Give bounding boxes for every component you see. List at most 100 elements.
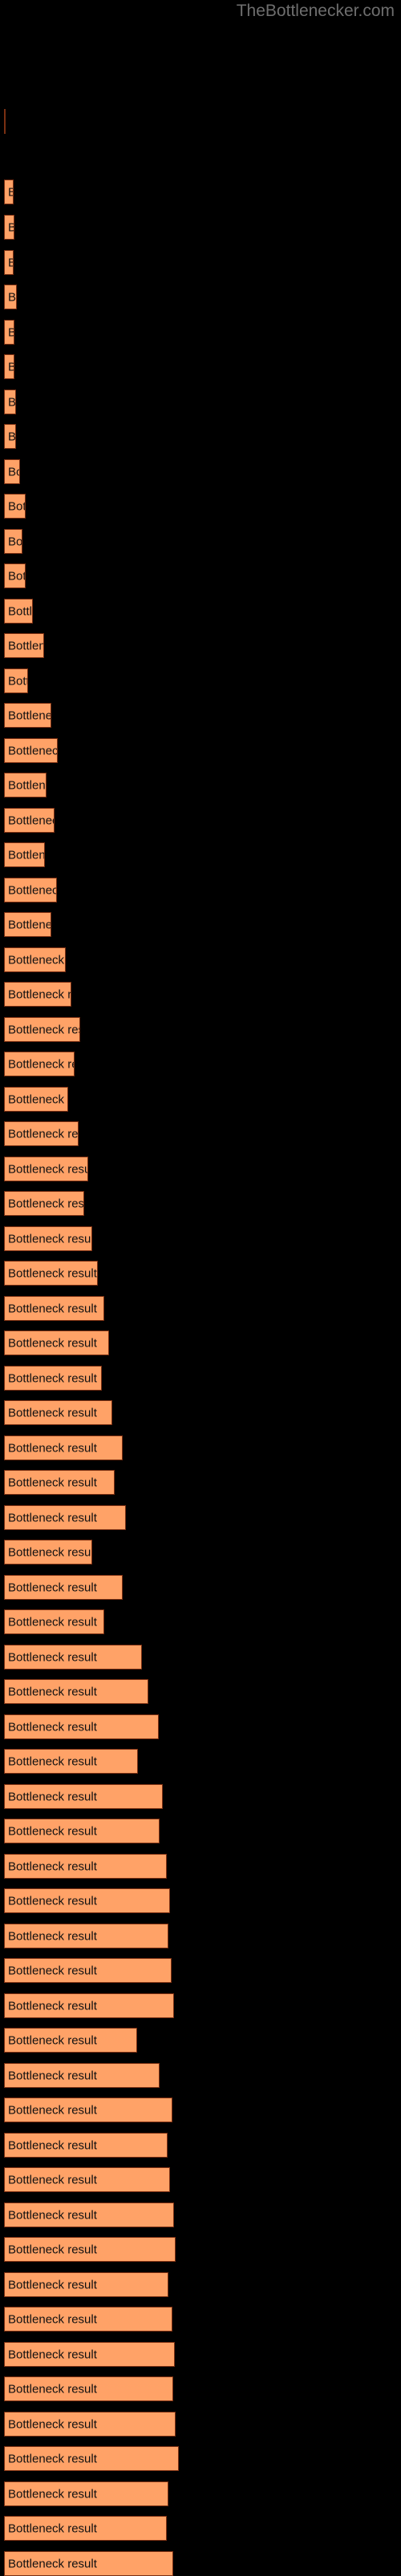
- bar-row: Bottleneck result: [0, 947, 401, 972]
- bar-row: Bottleneck result: [0, 2063, 401, 2088]
- bar[interactable]: Bottleneck result: [4, 982, 71, 1007]
- bar[interactable]: Bottleneck result: [4, 2516, 167, 2541]
- bar-label: Bottleneck result: [8, 1371, 97, 1385]
- bar-label: Bottleneck result: [8, 1023, 79, 1036]
- bar[interactable]: Bottleneck result: [4, 1226, 92, 1251]
- bar[interactable]: Bottleneck result: [4, 1888, 170, 1913]
- bar[interactable]: Bottleneck result: [4, 1017, 80, 1042]
- bar[interactable]: Bottleneck result: [4, 668, 28, 693]
- bar-label: Bottleneck result: [8, 1441, 97, 1455]
- bar[interactable]: Bottleneck result: [4, 2028, 137, 2053]
- bar[interactable]: Bottleneck result: [4, 563, 26, 588]
- bar-row: Bottleneck result: [0, 1157, 401, 1181]
- bar-row: Bottleneck result: [0, 2167, 401, 2192]
- bar-row: Bottleneck result: [0, 1958, 401, 1983]
- bar[interactable]: Bottleneck result: [4, 2551, 173, 2576]
- bar[interactable]: Bottleneck result: [4, 250, 14, 275]
- bar[interactable]: Bottleneck result: [4, 180, 14, 204]
- bar[interactable]: Bottleneck result: [4, 2412, 176, 2437]
- bar-row: Bottleneck result: [0, 1993, 401, 2018]
- bar-label: Bottleneck result: [8, 1232, 92, 1246]
- bar[interactable]: Bottleneck result: [4, 1540, 92, 1565]
- bar[interactable]: Bottleneck result: [4, 599, 33, 624]
- bar[interactable]: Bottleneck result: [4, 1157, 88, 1181]
- bar[interactable]: Bottleneck result: [4, 215, 14, 240]
- bar[interactable]: Bottleneck result: [4, 354, 14, 379]
- bar[interactable]: Bottleneck result: [4, 109, 6, 134]
- bar[interactable]: Bottleneck result: [4, 1470, 115, 1495]
- bar[interactable]: Bottleneck result: [4, 1121, 79, 1146]
- bar-label: Bottleneck result: [8, 465, 19, 478]
- bar[interactable]: Bottleneck result: [4, 1609, 104, 1634]
- bar-label: Bottleneck result: [8, 1964, 97, 1977]
- bar[interactable]: Bottleneck result: [4, 1749, 138, 1774]
- bar[interactable]: Bottleneck result: [4, 1924, 168, 1948]
- bar[interactable]: Bottleneck result: [4, 1575, 123, 1600]
- bar-label: Bottleneck result: [8, 1720, 97, 1734]
- bar[interactable]: Bottleneck result: [4, 1330, 109, 1355]
- bar[interactable]: Bottleneck result: [4, 1400, 112, 1425]
- bar-label: Bottleneck result: [8, 918, 51, 931]
- bar[interactable]: Bottleneck result: [4, 2237, 176, 2262]
- bar-row: Bottleneck result: [0, 424, 401, 449]
- bar[interactable]: Bottleneck result: [4, 773, 47, 797]
- bar[interactable]: Bottleneck result: [4, 390, 16, 414]
- bar[interactable]: Bottleneck result: [4, 1993, 174, 2018]
- bar[interactable]: Bottleneck result: [4, 1679, 148, 1704]
- bar[interactable]: Bottleneck result: [4, 738, 58, 763]
- bar[interactable]: Bottleneck result: [4, 1052, 75, 1076]
- bar[interactable]: Bottleneck result: [4, 912, 51, 937]
- bar[interactable]: Bottleneck result: [4, 1366, 102, 1391]
- bar[interactable]: Bottleneck result: [4, 1645, 142, 1670]
- bar[interactable]: Bottleneck result: [4, 947, 66, 972]
- bar[interactable]: Bottleneck result: [4, 2307, 172, 2332]
- bar[interactable]: Bottleneck result: [4, 1261, 98, 1286]
- bar-row: Bottleneck result: [0, 1749, 401, 1774]
- bar-row: Bottleneck result: [0, 1888, 401, 1913]
- bar[interactable]: Bottleneck result: [4, 494, 26, 519]
- bar[interactable]: Bottleneck result: [4, 285, 17, 309]
- bar[interactable]: Bottleneck result: [4, 878, 57, 902]
- bar[interactable]: Bottleneck result: [4, 2446, 179, 2471]
- bar-row: Bottleneck result: [0, 2412, 401, 2437]
- bar[interactable]: Bottleneck result: [4, 1958, 172, 1983]
- bar[interactable]: Bottleneck result: [4, 2203, 174, 2227]
- bar-label: Bottleneck result: [8, 1476, 97, 1489]
- bar[interactable]: Bottleneck result: [4, 2342, 175, 2367]
- bar-row: Bottleneck result: [0, 494, 401, 519]
- bar[interactable]: Bottleneck result: [4, 1435, 123, 1460]
- bar[interactable]: Bottleneck result: [4, 1505, 126, 1530]
- bar[interactable]: Bottleneck result: [4, 459, 20, 484]
- bar[interactable]: Bottleneck result: [4, 2133, 168, 2158]
- bar-label: Bottleneck result: [8, 1859, 97, 1873]
- bar[interactable]: Bottleneck result: [4, 1296, 104, 1321]
- bar[interactable]: Bottleneck result: [4, 2063, 160, 2088]
- bar[interactable]: Bottleneck result: [4, 2481, 168, 2506]
- bar[interactable]: Bottleneck result: [4, 1854, 167, 1879]
- bar[interactable]: Bottleneck result: [4, 2272, 168, 2297]
- bar[interactable]: Bottleneck result: [4, 320, 14, 345]
- bar-label: Bottleneck result: [8, 1615, 97, 1629]
- bar[interactable]: Bottleneck result: [4, 2376, 173, 2401]
- bar[interactable]: Bottleneck result: [4, 842, 45, 867]
- bar[interactable]: Bottleneck result: [4, 529, 22, 554]
- bar-label: Bottleneck result: [8, 1894, 97, 1908]
- bar-row: Bottleneck result: [0, 1470, 401, 1495]
- bar[interactable]: Bottleneck result: [4, 1087, 68, 1112]
- bar[interactable]: Bottleneck result: [4, 1819, 160, 1843]
- bar[interactable]: Bottleneck result: [4, 703, 51, 728]
- bar-label: Bottleneck result: [8, 848, 45, 862]
- bar[interactable]: Bottleneck result: [4, 1784, 163, 1809]
- bar-label: Bottleneck result: [8, 2312, 97, 2326]
- bar[interactable]: Bottleneck result: [4, 1714, 159, 1739]
- bar[interactable]: Bottleneck result: [4, 2098, 172, 2122]
- bar-label: Bottleneck result: [8, 430, 16, 443]
- bar-label: Bottleneck result: [8, 2033, 97, 2047]
- bar[interactable]: Bottleneck result: [4, 424, 16, 449]
- bar[interactable]: Bottleneck result: [4, 808, 55, 833]
- bar-row: Bottleneck result: [0, 1017, 401, 1042]
- bar[interactable]: Bottleneck result: [4, 633, 44, 658]
- bar[interactable]: Bottleneck result: [4, 2167, 170, 2192]
- bar-label: Bottleneck result: [8, 395, 16, 409]
- bar[interactable]: Bottleneck result: [4, 1191, 84, 1216]
